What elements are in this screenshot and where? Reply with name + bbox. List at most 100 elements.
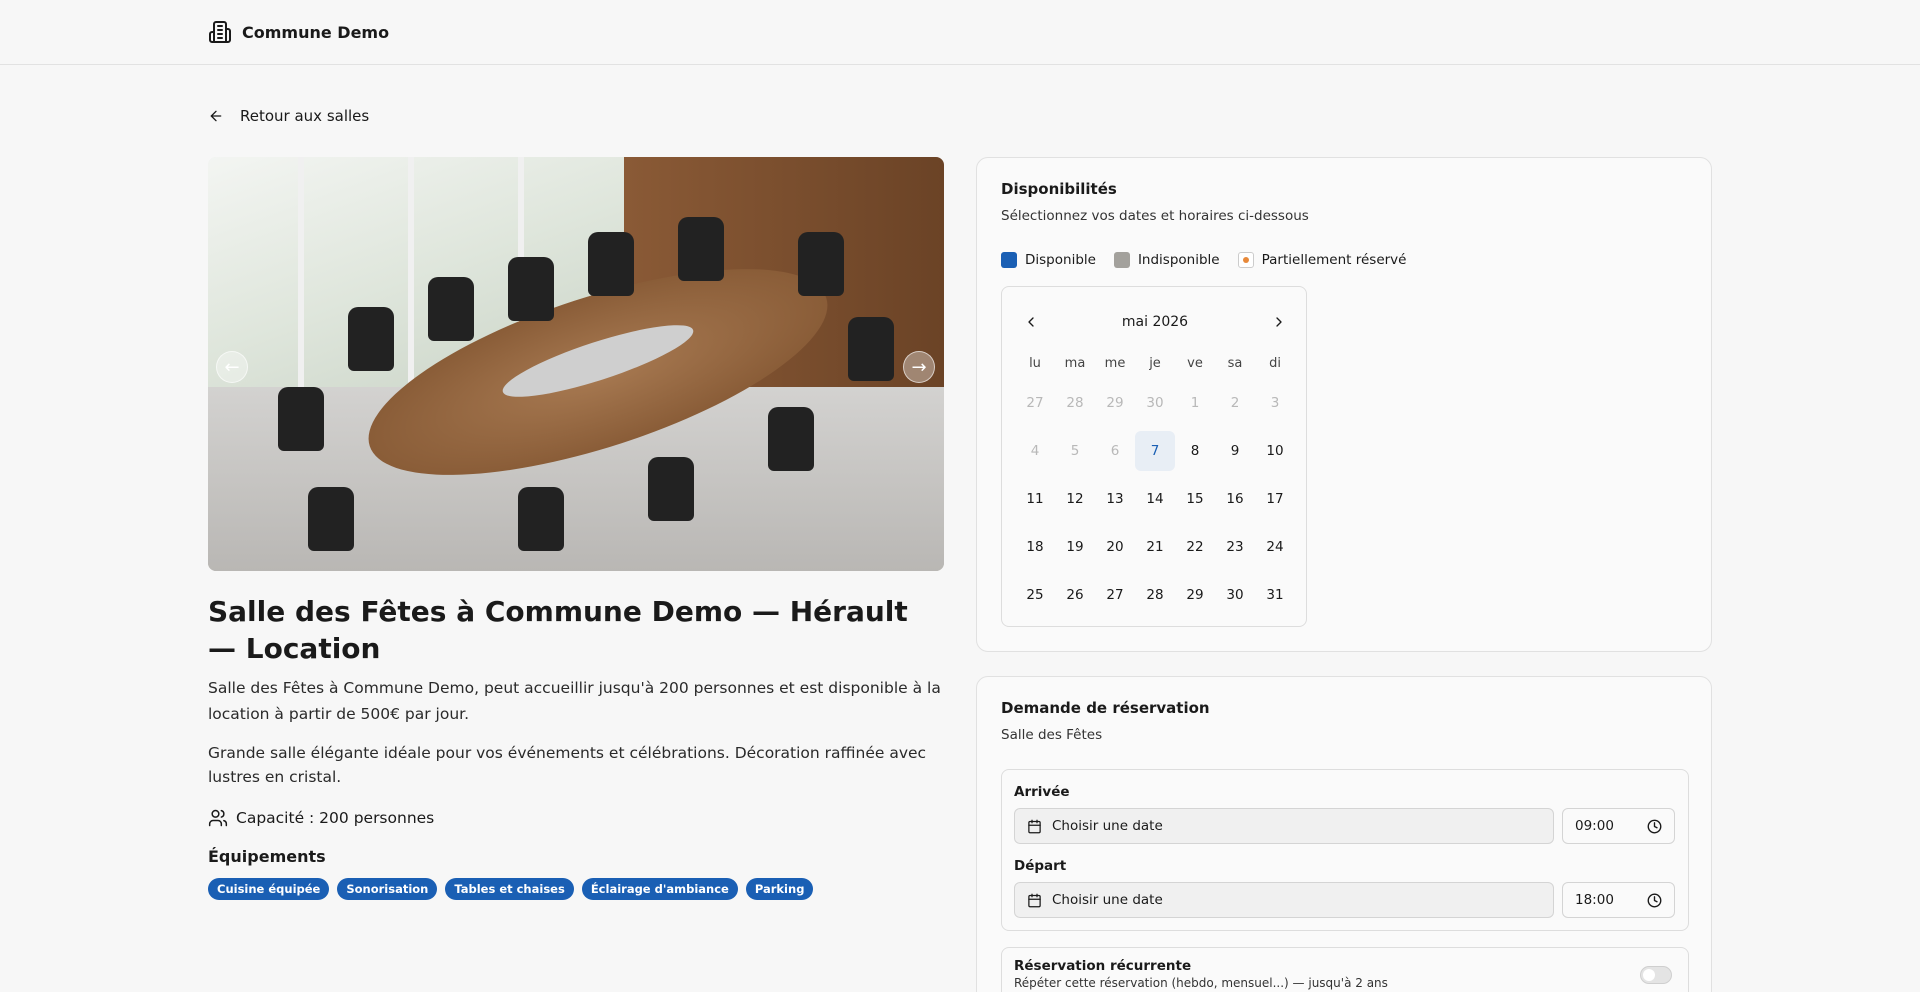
legend-label: Partiellement réservé — [1261, 252, 1407, 268]
calendar-day[interactable]: 13 — [1095, 479, 1135, 519]
legend-label: Disponible — [1025, 252, 1096, 268]
recurring-description: Répéter cette réservation (hebdo, mensue… — [1014, 976, 1388, 990]
calendar-day[interactable]: 28 — [1135, 575, 1175, 615]
calendar-day[interactable]: 22 — [1175, 527, 1215, 567]
booking-card: Demande de réservation Salle des Fêtes A… — [976, 676, 1712, 992]
calendar-icon — [1028, 893, 1041, 907]
partial-swatch — [1237, 252, 1254, 268]
arrow-left-icon: ← — [224, 356, 240, 378]
calendar-day: 4 — [1030, 443, 1040, 459]
calendar-day[interactable]: 19 — [1055, 527, 1095, 567]
legend-partial: Partiellement réservé — [1237, 252, 1407, 268]
departure-label: Départ — [1014, 858, 1067, 874]
departure-date-input[interactable]: Choisir une date — [1014, 882, 1554, 918]
calendar-day[interactable]: 23 — [1215, 527, 1255, 567]
recurring-toggle[interactable] — [1640, 966, 1672, 984]
clock-icon — [1647, 893, 1662, 907]
calendar-day: 3 — [1270, 395, 1280, 411]
weekday-label: ve — [1187, 356, 1203, 371]
room-photo — [208, 157, 944, 571]
carousel-next-button[interactable]: → — [903, 351, 935, 383]
calendar-day[interactable]: 25 — [1015, 575, 1055, 615]
chevron-right-icon — [1276, 317, 1282, 327]
room-details: Grande salle élégante idéale pour vos év… — [208, 744, 927, 786]
calendar-day[interactable]: 8 — [1175, 431, 1215, 471]
arrival-time-input[interactable]: 09:00 — [1562, 808, 1675, 844]
calendar-day[interactable]: 11 — [1015, 479, 1055, 519]
weekday-label: me — [1104, 356, 1126, 371]
back-to-rooms-link[interactable]: Retour aux salles — [196, 103, 381, 129]
arrival-date-input[interactable]: Choisir une date — [1014, 808, 1554, 844]
calendar-month: mai 2026 — [1121, 314, 1189, 330]
calendar-day[interactable]: 15 — [1175, 479, 1215, 519]
calendar-day[interactable]: 18 — [1015, 527, 1055, 567]
clock-icon — [1647, 819, 1662, 833]
equipment-tags: Cuisine équipée Sonorisation Tables et c… — [208, 878, 814, 900]
capacity-info: Capacité : 200 personnes — [208, 808, 434, 828]
calendar: mai 2026 lu ma me je ve sa di 27 28 29 30 1 2 3 4 5 6 7 8 9… — [1001, 286, 1307, 627]
availability-subtitle: Sélectionnez vos dates et horaires ci-de… — [1001, 208, 1309, 224]
arrow-right-icon: → — [911, 356, 927, 378]
arrival-label: Arrivée — [1014, 784, 1070, 800]
departure-time-input[interactable]: 18:00 — [1562, 882, 1675, 918]
booking-room-name: Salle des Fêtes — [1001, 727, 1103, 743]
calendar-day[interactable]: 31 — [1255, 575, 1295, 615]
calendar-day[interactable]: 24 — [1255, 527, 1295, 567]
calendar-day: 27 — [1026, 395, 1044, 411]
availability-title: Disponibilités — [1001, 180, 1117, 198]
weekday-label: sa — [1227, 356, 1243, 371]
calendar-day: 29 — [1106, 395, 1124, 411]
calendar-day[interactable]: 14 — [1135, 479, 1175, 519]
calendar-day: 5 — [1070, 443, 1080, 459]
legend-unavailable: Indisponible — [1113, 252, 1220, 268]
availability-legend: Disponible Indisponible Partiellement ré… — [1001, 252, 1406, 268]
brand-name: Commune Demo — [242, 22, 390, 42]
calendar-day[interactable]: 12 — [1055, 479, 1095, 519]
calendar-day[interactable]: 20 — [1095, 527, 1135, 567]
weekday-label: di — [1269, 356, 1281, 371]
equipment-tag: Parking — [745, 878, 814, 900]
prev-month-button[interactable] — [1018, 309, 1044, 335]
calendar-day: 1 — [1190, 395, 1200, 411]
equipment-heading: Équipements — [208, 847, 326, 866]
next-month-button[interactable] — [1266, 309, 1292, 335]
calendar-day[interactable]: 26 — [1055, 575, 1095, 615]
weekday-label: lu — [1029, 356, 1041, 371]
carousel-prev-button[interactable]: ← — [216, 351, 248, 383]
arrival-placeholder: Choisir une date — [1052, 818, 1163, 834]
calendar-day: 2 — [1230, 395, 1240, 411]
legend-available: Disponible — [1001, 252, 1096, 268]
calendar-day[interactable]: 16 — [1215, 479, 1255, 519]
dates-section: Arrivée Choisir une date 09:00 Départ Ch… — [1001, 769, 1689, 931]
calendar-day[interactable]: 9 — [1215, 431, 1255, 471]
departure-placeholder: Choisir une date — [1052, 892, 1163, 908]
arrow-left-icon — [210, 110, 222, 122]
users-icon — [208, 809, 228, 827]
arrival-time: 09:00 — [1575, 818, 1614, 834]
booking-title: Demande de réservation — [1001, 699, 1210, 717]
equipment-tag: Éclairage d'ambiance — [581, 878, 738, 900]
departure-time: 18:00 — [1575, 892, 1614, 908]
calendar-day[interactable]: 27 — [1095, 575, 1135, 615]
capacity-label: Capacité : 200 personnes — [236, 809, 435, 827]
top-bar: Commune Demo — [0, 0, 1920, 65]
brand[interactable]: Commune Demo — [208, 20, 389, 44]
calendar-day[interactable]: 7 — [1135, 431, 1175, 471]
equipment-tag: Cuisine équipée — [208, 878, 330, 900]
calendar-day[interactable]: 30 — [1215, 575, 1255, 615]
calendar-day[interactable]: 29 — [1175, 575, 1215, 615]
page-title: Salle des Fêtes à Commune Demo — Hérault… — [208, 595, 908, 665]
calendar-day[interactable]: 17 — [1255, 479, 1295, 519]
calendar-day: 30 — [1146, 395, 1164, 411]
equipment-tag: Tables et chaises — [445, 878, 574, 900]
calendar-grid: lu ma me je ve sa di 27 28 29 30 1 2 3 4 5 6 7 8 9 10 11 12 13 1… — [1015, 353, 1295, 615]
availability-card: Disponibilités Sélectionnez vos dates et… — [976, 157, 1712, 652]
recurring-section: Réservation récurrente Répéter cette rés… — [1001, 947, 1689, 992]
equipment-tag: Sonorisation — [337, 878, 438, 900]
calendar-day[interactable]: 21 — [1135, 527, 1175, 567]
calendar-day: 6 — [1110, 443, 1120, 459]
calendar-day[interactable]: 10 — [1255, 431, 1295, 471]
weekday-label: je — [1149, 356, 1161, 371]
chevron-left-icon — [1028, 317, 1034, 327]
building-icon — [209, 21, 231, 43]
